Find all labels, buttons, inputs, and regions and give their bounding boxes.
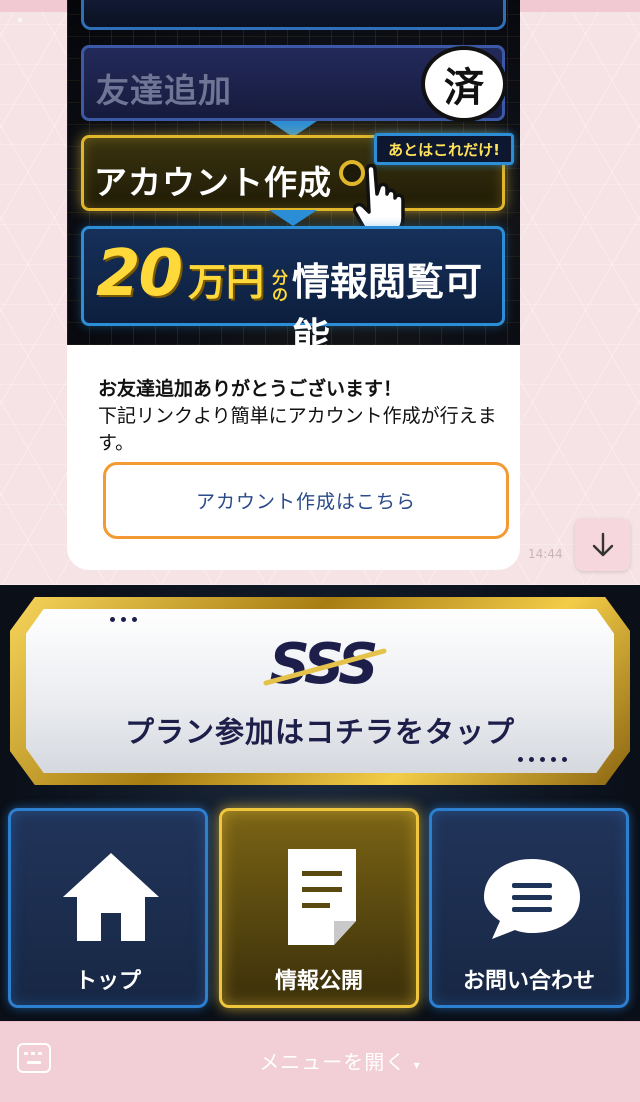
bottom-bar: メニューを開く ▾ bbox=[0, 1021, 640, 1102]
message-text: お友達追加ありがとうございます！ 下記リンクより簡単にアカウント作成が行えます。 bbox=[98, 376, 498, 457]
menu-tile-info[interactable]: 情報公開 bbox=[219, 808, 419, 1008]
step-account-create-label: アカウント作成 bbox=[94, 163, 332, 202]
message-timestamp: 14:44 bbox=[528, 547, 563, 561]
message-bubble: 友達追加 済 アカウント作成 あとはこれだけ! 20 万円 分の 情報閲覧可能 … bbox=[67, 0, 520, 570]
menu-toggle-button[interactable]: メニューを開く ▾ bbox=[240, 1046, 440, 1075]
document-icon bbox=[288, 849, 356, 945]
arrow-down-icon bbox=[592, 532, 613, 557]
message-line-1: お友達追加ありがとうございます！ bbox=[98, 378, 403, 400]
menu-tile-contact[interactable]: お問い合わせ bbox=[429, 808, 629, 1008]
done-badge: 済 bbox=[421, 46, 507, 122]
rich-menu: SSS プラン参加はコチラをタップ トップ 情報公開 お問い合わせ bbox=[0, 585, 640, 1021]
menu-toggle-label: メニューを開く bbox=[259, 1050, 407, 1074]
step3-number: 20 bbox=[96, 237, 183, 311]
plan-join-button[interactable]: SSS プラン参加はコチラをタップ bbox=[10, 597, 630, 785]
arrow-down-icon bbox=[269, 210, 317, 226]
step3-unit: 万円 bbox=[188, 260, 265, 304]
chat-area[interactable]: 友達追加 済 アカウント作成 あとはこれだけ! 20 万円 分の 情報閲覧可能 … bbox=[0, 0, 640, 585]
banner-top-cap bbox=[81, 0, 506, 30]
frame-dots bbox=[110, 617, 137, 622]
steps-banner[interactable]: 友達追加 済 アカウント作成 あとはこれだけ! 20 万円 分の 情報閲覧可能 bbox=[67, 0, 520, 345]
logo-slash-icon bbox=[263, 648, 387, 686]
caret-down-icon: ▾ bbox=[413, 1058, 421, 1072]
chat-bubble-icon bbox=[484, 859, 580, 939]
step3-no: 分の bbox=[271, 268, 288, 304]
menu-tile-top[interactable]: トップ bbox=[8, 808, 208, 1008]
menu-tile-contact-label: お問い合わせ bbox=[462, 969, 595, 994]
create-account-link-button[interactable]: アカウント作成はこちら bbox=[103, 462, 509, 539]
scroll-down-button[interactable] bbox=[575, 519, 630, 571]
keyboard-icon[interactable] bbox=[17, 1043, 51, 1073]
step-info-access: 20 万円 分の 情報閲覧可能 bbox=[81, 226, 505, 345]
step-friend-add-label: 友達追加 bbox=[96, 71, 232, 110]
menu-tile-top-label: トップ bbox=[74, 969, 141, 994]
home-icon bbox=[63, 853, 159, 941]
step3-text: 情報閲覧可能 bbox=[292, 260, 483, 345]
menu-tile-info-label: 情報公開 bbox=[274, 969, 363, 994]
message-line-2: 下記リンクより簡単にアカウント作成が行えます。 bbox=[98, 405, 497, 454]
frame-dots bbox=[518, 757, 567, 762]
plan-cta-label: プラン参加はコチラをタップ bbox=[124, 715, 515, 749]
